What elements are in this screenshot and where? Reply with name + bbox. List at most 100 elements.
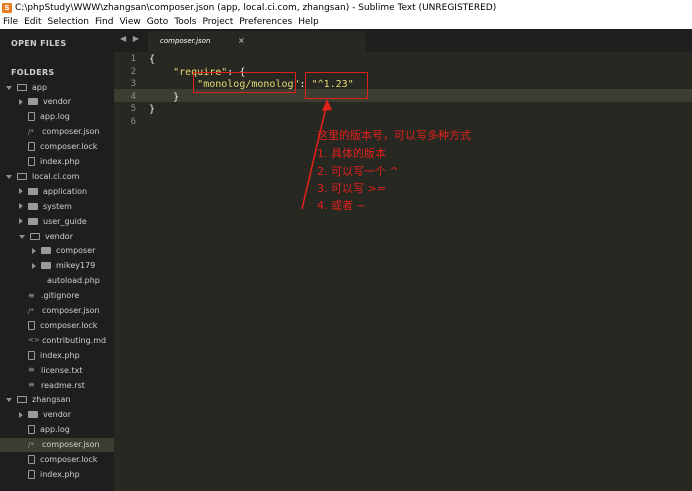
code-line[interactable]: { [149,54,155,65]
folder-icon [28,187,38,195]
chevron-down-icon[interactable] [6,398,12,403]
chevron-right-icon[interactable] [19,203,23,210]
folder-icon [28,411,38,419]
sidebar-item[interactable]: ≡ license.txt [0,363,114,377]
chevron-down-icon[interactable] [6,174,12,179]
sidebar-item-label: composer [56,246,96,256]
sidebar-item[interactable]: ≡ .gitignore [0,289,114,303]
sidebar-item[interactable]: <> contributing.md [0,333,114,347]
json-file-icon: /* [28,306,34,315]
menu-goto[interactable]: Goto [147,17,169,27]
markdown-file-icon: <> [28,336,40,345]
sidebar-item[interactable]: app [0,80,114,94]
chevron-right-icon[interactable] [19,98,23,105]
sidebar-item[interactable]: autoload.php [0,274,114,288]
menu-view[interactable]: View [119,17,140,27]
chevron-right-icon[interactable] [19,218,23,225]
annotation-line-1: 这里的版本号，可以写多种方式 [317,129,471,142]
sidebar-item-label: application [43,186,88,196]
menu-help[interactable]: Help [298,17,319,27]
sidebar-item[interactable]: composer.lock [0,318,114,332]
folder-icon [17,396,27,404]
line-number: 1 [130,54,136,64]
chevron-down-icon[interactable] [6,85,12,90]
sidebar-item[interactable]: app.log [0,423,114,437]
sublime-app-icon: S [2,2,12,13]
file-icon [28,350,35,360]
sidebar-item[interactable]: mikey179 [0,259,114,273]
sidebar-item[interactable]: user_guide [0,214,114,228]
sidebar-item[interactable]: vendor [0,95,114,109]
sidebar-item[interactable]: composer.lock [0,453,114,467]
sidebar-item-label: user_guide [43,216,87,226]
text-file-icon: ≡ [28,290,35,300]
folder-icon [41,247,51,255]
file-icon [28,469,35,479]
menu-project[interactable]: Project [202,17,233,27]
tab-composer-json[interactable]: composer.json × [148,31,366,52]
folder-icon [28,98,38,106]
package-name-highlight-box [193,72,296,93]
version-highlight-box [305,72,368,99]
sidebar-item[interactable]: app.log [0,110,114,124]
sidebar-item[interactable]: vendor [0,408,114,422]
sidebar-item-label: .gitignore [41,291,80,301]
sidebar-item[interactable]: index.php [0,155,114,169]
sidebar-item[interactable]: system [0,199,114,213]
file-icon [28,142,35,152]
sidebar-item[interactable]: index.php [0,467,114,481]
file-icon [28,425,35,435]
sidebar-item[interactable]: composer [0,244,114,258]
menu-edit[interactable]: Edit [24,17,41,27]
sidebar-item-label: vendor [43,97,71,107]
menu-tools[interactable]: Tools [174,17,196,27]
chevron-right-icon[interactable] [19,411,23,418]
chevron-right-icon[interactable] [32,262,36,269]
file-icon [28,112,35,122]
editor[interactable]: 123456 { "require": { "monolog/monolog":… [114,52,692,491]
folder-icon [28,202,38,210]
text-file-icon: ≡ [28,365,35,375]
tab-nav-arrows[interactable]: ◀ ▶ [120,34,141,43]
sidebar-item-label: zhangsan [32,395,71,405]
sidebar-item[interactable]: application [0,184,114,198]
menu-file[interactable]: File [3,17,18,27]
code-line[interactable]: } [149,92,179,103]
code-line[interactable]: } [149,104,155,115]
sidebar-item-label: composer.lock [40,320,98,330]
folder-icon [17,83,27,91]
sidebar-item-label: composer.json [42,127,100,137]
sidebar-item[interactable]: ≡ readme.rst [0,378,114,392]
line-number: 2 [130,66,136,77]
sidebar-item[interactable]: local.ci.com [0,169,114,183]
sidebar-item[interactable]: zhangsan [0,393,114,407]
chevron-down-icon[interactable] [19,234,25,239]
sidebar-item[interactable]: composer.lock [0,140,114,154]
sidebar-item-label: readme.rst [41,380,85,390]
sidebar-item-label: autoload.php [47,276,100,286]
line-number: 3 [130,79,136,90]
folders-heading: FOLDERS [11,68,55,77]
sidebar-item[interactable]: /* composer.json [0,304,114,318]
line-number: 5 [130,104,136,115]
line-number: 4 [130,91,136,102]
sidebar-item[interactable]: /* composer.json [0,125,114,139]
tab-label: composer.json [160,37,211,45]
chevron-right-icon[interactable] [19,188,23,195]
json-file-icon: /* [28,440,34,449]
tab-close-icon[interactable]: × [238,36,245,45]
menu-preferences[interactable]: Preferences [239,17,292,27]
sidebar-item[interactable]: vendor [0,229,114,243]
menu-selection[interactable]: Selection [48,17,89,27]
folder-icon [17,172,27,180]
annotation-line-5: 4. 或者 ~ [317,199,366,212]
folder-icon [30,232,40,240]
sidebar-item-label: index.php [40,157,80,166]
menu-find[interactable]: Find [95,17,113,27]
title-bar: S C:\phpStudy\WWW\zhangsan\composer.json… [0,0,692,15]
chevron-right-icon[interactable] [32,247,36,254]
sidebar-item[interactable]: /* composer.json [0,437,114,452]
sidebar-item-label: app.log [40,425,70,435]
sidebar-item[interactable]: index.php [0,348,114,362]
sidebar-item-label: app [32,82,48,92]
